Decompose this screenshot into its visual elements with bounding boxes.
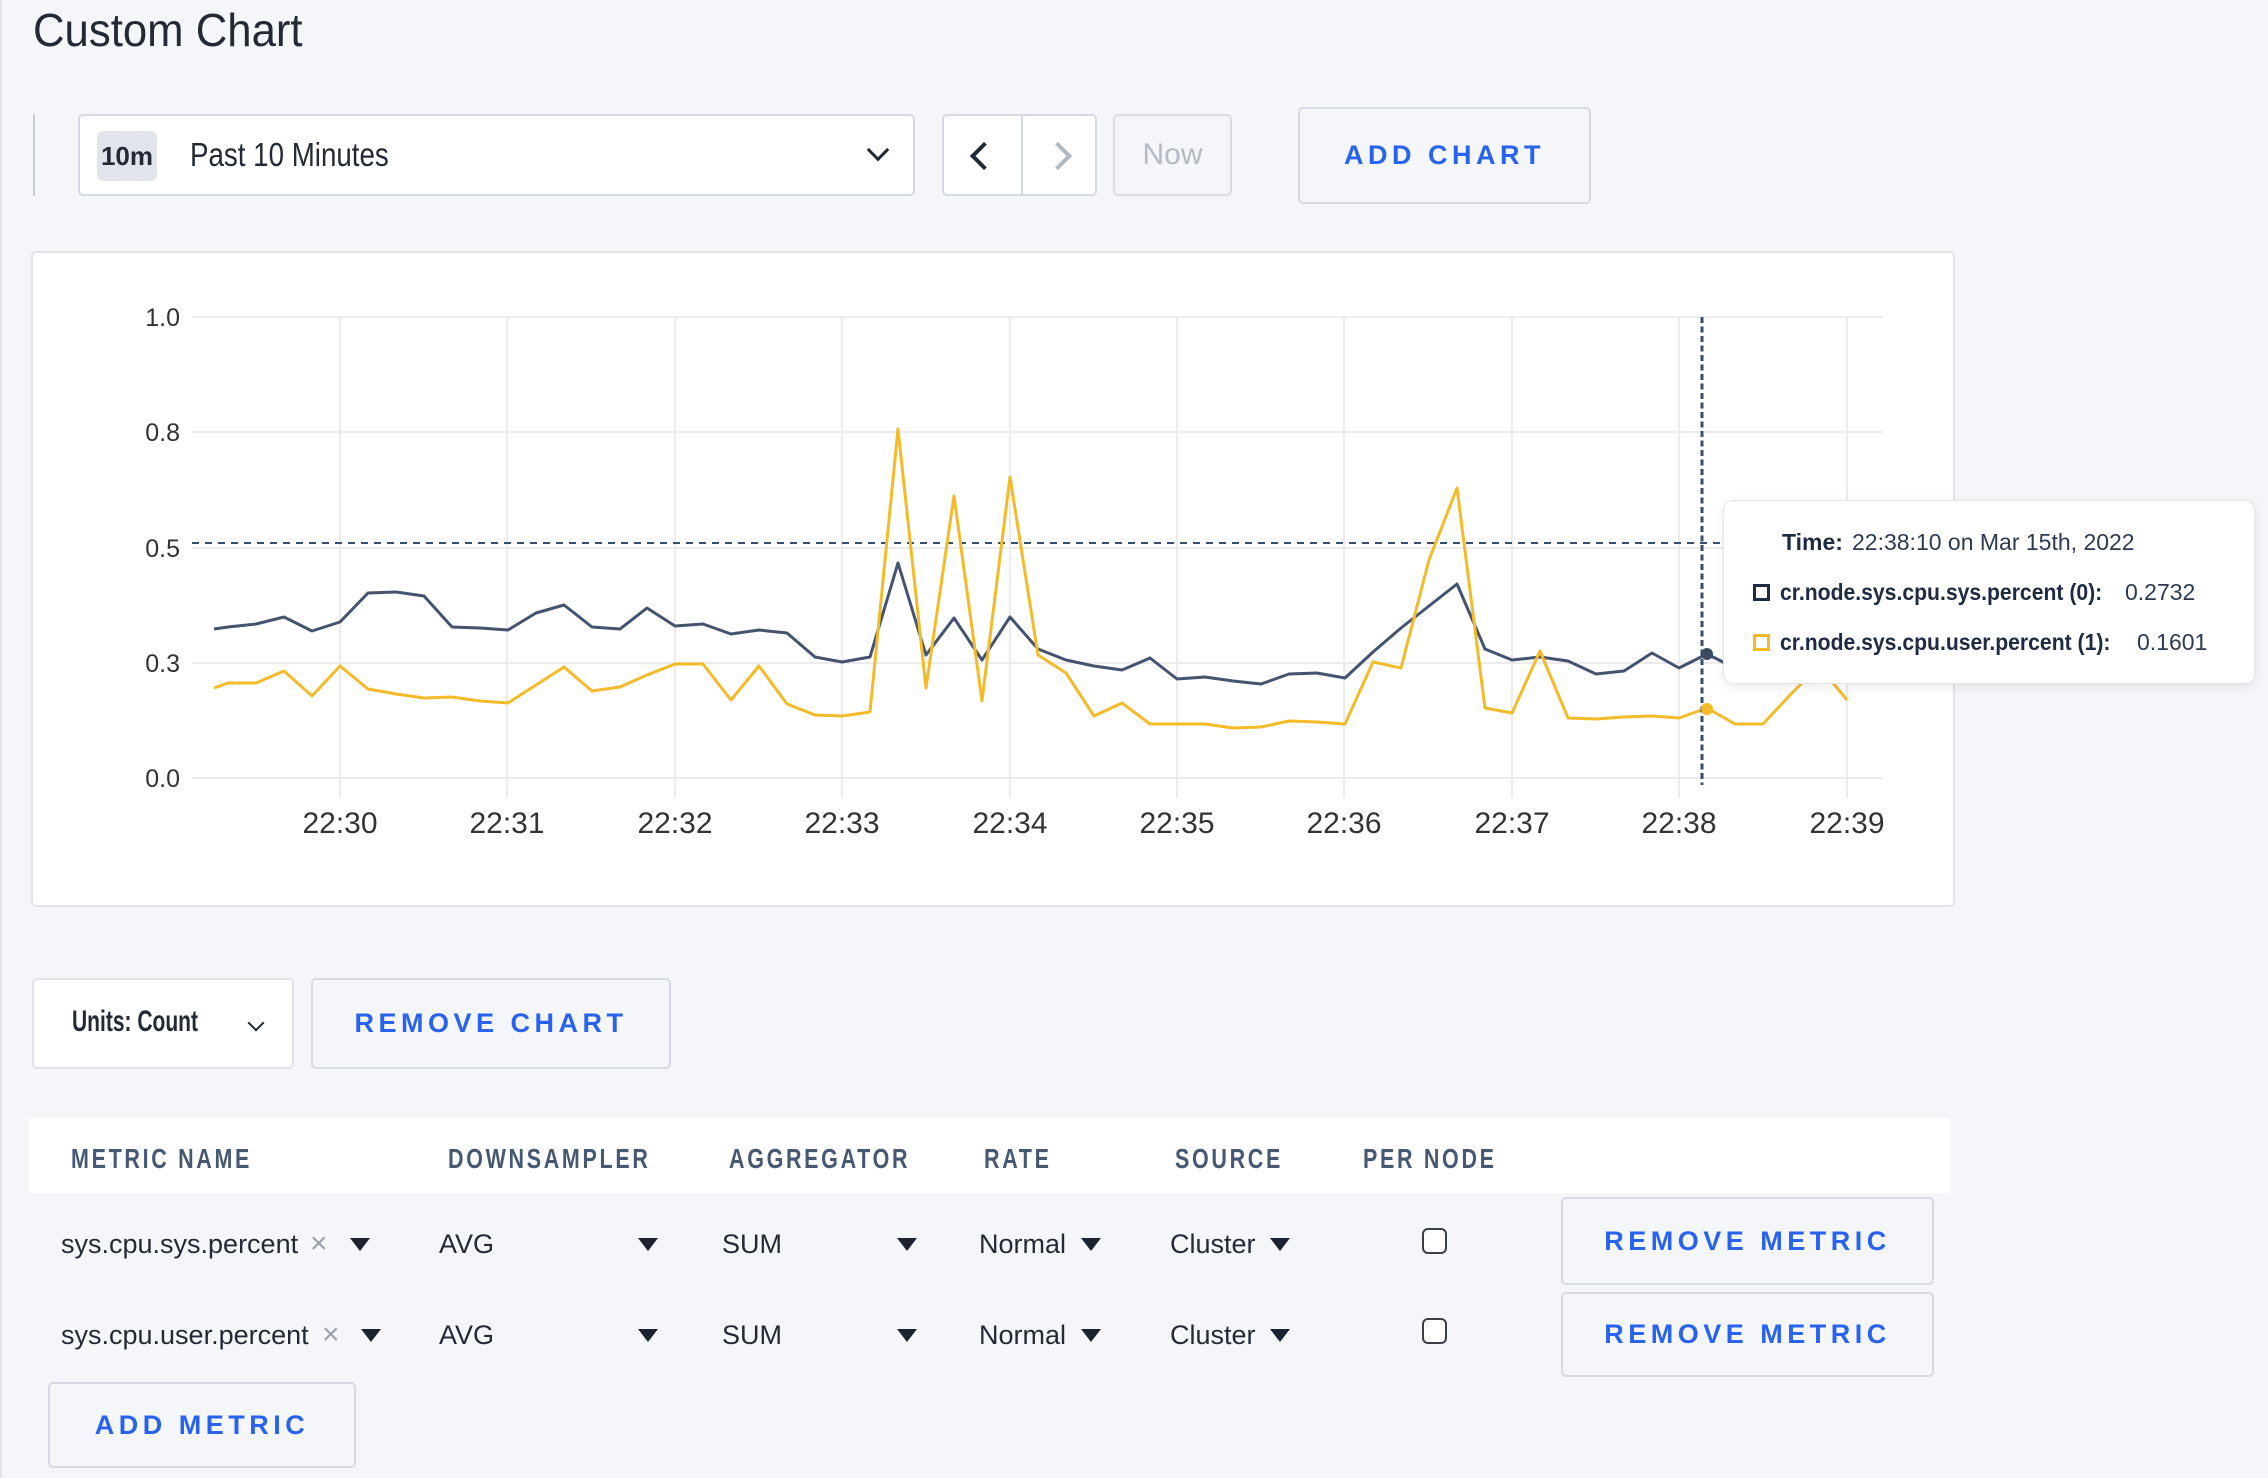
svg-text:22:32: 22:32 [637, 807, 712, 840]
svg-text:22:39: 22:39 [1809, 807, 1884, 840]
svg-text:22:33: 22:33 [804, 807, 879, 840]
svg-text:22:30: 22:30 [302, 807, 377, 840]
svg-text:0.5: 0.5 [145, 535, 180, 563]
svg-text:1.0: 1.0 [145, 304, 180, 332]
svg-text:0.3: 0.3 [145, 650, 180, 678]
svg-text:22:34: 22:34 [972, 807, 1047, 840]
svg-text:22:35: 22:35 [1139, 807, 1214, 840]
svg-text:22:37: 22:37 [1474, 807, 1549, 840]
svg-text:0.8: 0.8 [145, 419, 180, 447]
svg-text:22:38: 22:38 [1641, 807, 1716, 840]
svg-text:22:31: 22:31 [469, 807, 544, 840]
svg-text:0.0: 0.0 [145, 765, 180, 793]
svg-text:22:36: 22:36 [1306, 807, 1381, 840]
